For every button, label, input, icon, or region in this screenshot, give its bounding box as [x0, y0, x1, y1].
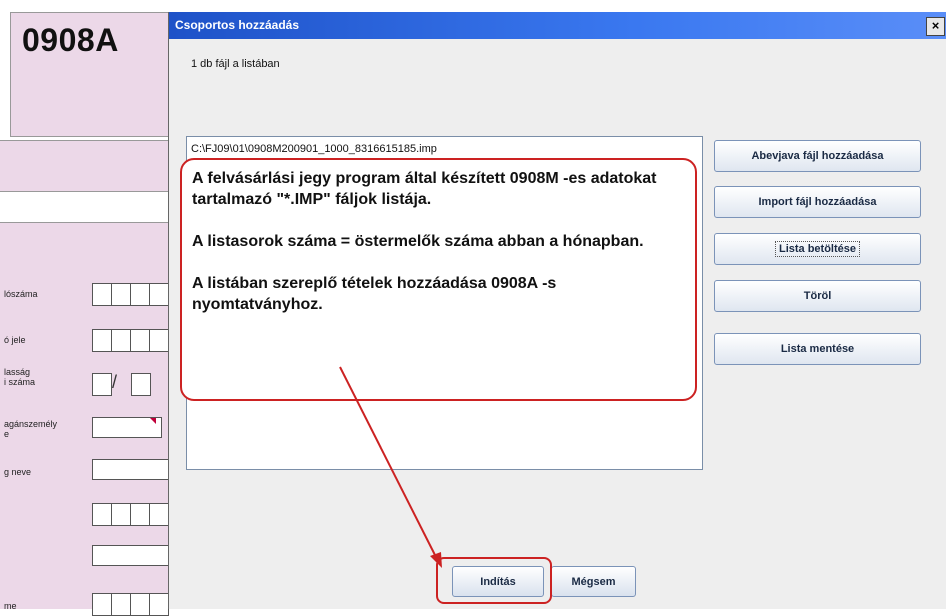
annotation-arrow	[339, 366, 442, 568]
start-highlight-ring	[436, 557, 552, 604]
cancel-button[interactable]: Mégsem	[551, 566, 636, 597]
